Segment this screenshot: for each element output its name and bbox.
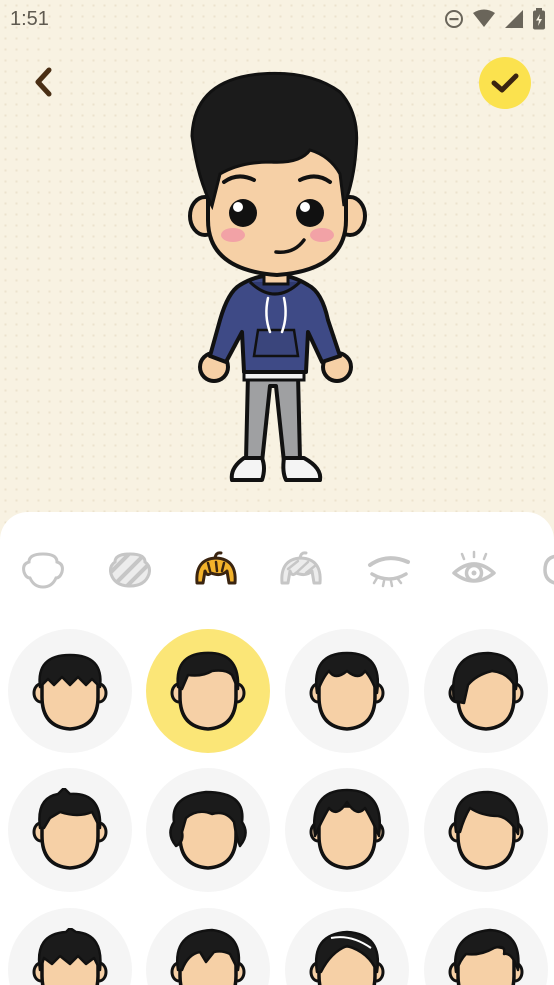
chevron-left-icon (35, 67, 52, 97)
hair-messy-icon (32, 928, 108, 985)
avatar-shoes (229, 456, 323, 482)
avatar-pants (242, 366, 306, 464)
hair-option-wavy-bob[interactable] (146, 768, 270, 892)
back-button[interactable] (24, 62, 64, 102)
hair-option-middle-part-fringe[interactable] (285, 768, 409, 892)
hair-option-side-swept[interactable] (146, 629, 270, 753)
hair-middle-part-fringe-icon (309, 788, 385, 870)
do-not-disturb-icon (445, 10, 463, 28)
hair-option-bowl[interactable] (8, 629, 132, 753)
checkmark-icon (491, 73, 519, 93)
status-bar: 1:51 (0, 0, 554, 40)
hair-center-part-icon (309, 651, 385, 731)
hair-option-pompadour[interactable] (146, 908, 270, 985)
hair-option-quiff[interactable] (424, 908, 548, 985)
hair-option-spiky[interactable] (8, 768, 132, 892)
hair-long-side-part-icon (448, 651, 524, 731)
hair-option-layered[interactable] (285, 908, 409, 985)
confirm-button[interactable] (479, 57, 531, 109)
wifi-icon (473, 9, 495, 27)
hair-quiff-icon (448, 928, 524, 985)
hair-bowl-icon (32, 653, 108, 731)
hair-layered-icon (309, 930, 385, 985)
avatar-preview (188, 71, 367, 482)
signal-icon (505, 10, 523, 28)
battery-icon (533, 8, 545, 30)
status-time: 1:51 (10, 8, 49, 30)
hair-option-side-fringe[interactable] (424, 768, 548, 892)
hair-option-center-part[interactable] (285, 629, 409, 753)
customization-panel (0, 512, 554, 985)
hair-style-grid (0, 512, 554, 985)
hair-side-swept-icon (170, 651, 246, 731)
avatar-hoodie (208, 273, 342, 374)
hair-option-long-side-part[interactable] (424, 629, 548, 753)
hair-spiky-icon (32, 788, 108, 870)
hair-wavy-bob-icon (169, 790, 247, 870)
hair-pompadour-icon (170, 928, 246, 985)
status-icons (444, 6, 546, 32)
hair-option-messy[interactable] (8, 908, 132, 985)
hair-side-fringe-icon (448, 790, 524, 870)
